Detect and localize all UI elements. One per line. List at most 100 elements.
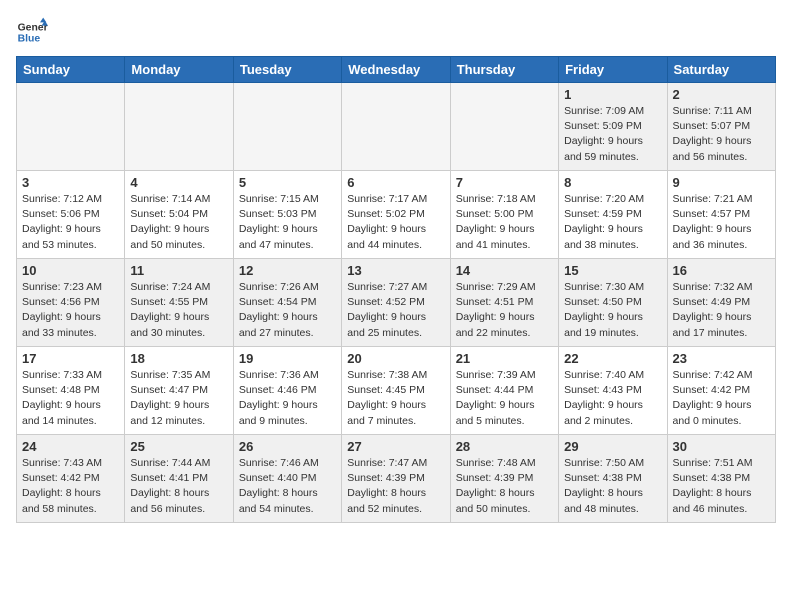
day-info: Sunrise: 7:42 AM Sunset: 4:42 PM Dayligh…	[673, 368, 770, 429]
calendar-day-cell: 23Sunrise: 7:42 AM Sunset: 4:42 PM Dayli…	[667, 347, 775, 435]
calendar-day-cell: 16 Sunrise: 7:32 AM Sunset: 4:49 PM Dayli…	[667, 259, 775, 347]
day-number: 8	[564, 175, 661, 190]
day-info: Sunrise: 7:38 AM Sunset: 4:45 PM Dayligh…	[347, 368, 444, 429]
calendar-day-cell: 24 Sunrise: 7:43 AM Sunset: 4:42 PM Dayli…	[17, 435, 125, 523]
calendar-day-cell: 18 Sunrise: 7:35 AM Sunset: 4:47 PM Dayli…	[125, 347, 233, 435]
day-number: 27	[347, 439, 444, 454]
calendar-day-cell	[125, 83, 233, 171]
day-number: 25	[130, 439, 227, 454]
calendar-day-cell: 3Sunrise: 7:12 AM Sunset: 5:06 PM Daylig…	[17, 171, 125, 259]
day-number: 15	[564, 263, 661, 278]
day-number: 4	[130, 175, 227, 190]
calendar-day-cell: 17 Sunrise: 7:33 AM Sunset: 4:48 PM Dayli…	[17, 347, 125, 435]
day-number: 12	[239, 263, 336, 278]
day-number: 20	[347, 351, 444, 366]
day-info: Sunrise: 7:14 AM Sunset: 5:04 PM Dayligh…	[130, 192, 227, 253]
day-info: Sunrise: 7:12 AM Sunset: 5:06 PM Dayligh…	[22, 192, 119, 253]
logo: General Blue	[16, 16, 48, 48]
day-number: 22	[564, 351, 661, 366]
day-number: 11	[130, 263, 227, 278]
calendar-week-row: 24 Sunrise: 7:43 AM Sunset: 4:42 PM Dayli…	[17, 435, 776, 523]
day-info: Sunrise: 7:51 AM Sunset: 4:38 PM Dayligh…	[673, 456, 770, 517]
day-number: 13	[347, 263, 444, 278]
day-info: Sunrise: 7:32 AM Sunset: 4:49 PM Dayligh…	[673, 280, 770, 341]
calendar-day-cell: 27 Sunrise: 7:47 AM Sunset: 4:39 PM Dayli…	[342, 435, 450, 523]
day-info: Sunrise: 7:50 AM Sunset: 4:38 PM Dayligh…	[564, 456, 661, 517]
calendar-week-row: 17 Sunrise: 7:33 AM Sunset: 4:48 PM Dayli…	[17, 347, 776, 435]
day-info: Sunrise: 7:43 AM Sunset: 4:42 PM Dayligh…	[22, 456, 119, 517]
calendar-day-cell: 10 Sunrise: 7:23 AM Sunset: 4:56 PM Dayli…	[17, 259, 125, 347]
day-number: 30	[673, 439, 770, 454]
day-info: Sunrise: 7:27 AM Sunset: 4:52 PM Dayligh…	[347, 280, 444, 341]
day-number: 6	[347, 175, 444, 190]
day-number: 26	[239, 439, 336, 454]
calendar-day-cell: 12 Sunrise: 7:26 AM Sunset: 4:54 PM Dayli…	[233, 259, 341, 347]
calendar-day-cell: 26 Sunrise: 7:46 AM Sunset: 4:40 PM Dayli…	[233, 435, 341, 523]
calendar-day-cell: 19Sunrise: 7:36 AM Sunset: 4:46 PM Dayli…	[233, 347, 341, 435]
day-header: Tuesday	[233, 57, 341, 83]
day-header: Saturday	[667, 57, 775, 83]
calendar-day-cell	[233, 83, 341, 171]
day-number: 5	[239, 175, 336, 190]
day-number: 19	[239, 351, 336, 366]
calendar-day-cell: 28 Sunrise: 7:48 AM Sunset: 4:39 PM Dayli…	[450, 435, 558, 523]
day-info: Sunrise: 7:44 AM Sunset: 4:41 PM Dayligh…	[130, 456, 227, 517]
calendar-table: SundayMondayTuesdayWednesdayThursdayFrid…	[16, 56, 776, 523]
calendar-day-cell	[450, 83, 558, 171]
day-number: 2	[673, 87, 770, 102]
day-info: Sunrise: 7:15 AM Sunset: 5:03 PM Dayligh…	[239, 192, 336, 253]
svg-text:Blue: Blue	[18, 34, 41, 45]
calendar-day-cell: 11 Sunrise: 7:24 AM Sunset: 4:55 PM Dayli…	[125, 259, 233, 347]
day-number: 7	[456, 175, 553, 190]
calendar-week-row: 1Sunrise: 7:09 AM Sunset: 5:09 PM Daylig…	[17, 83, 776, 171]
calendar-day-cell: 4 Sunrise: 7:14 AM Sunset: 5:04 PM Daylig…	[125, 171, 233, 259]
day-info: Sunrise: 7:39 AM Sunset: 4:44 PM Dayligh…	[456, 368, 553, 429]
day-info: Sunrise: 7:21 AM Sunset: 4:57 PM Dayligh…	[673, 192, 770, 253]
calendar-day-cell: 29Sunrise: 7:50 AM Sunset: 4:38 PM Dayli…	[559, 435, 667, 523]
day-info: Sunrise: 7:33 AM Sunset: 4:48 PM Dayligh…	[22, 368, 119, 429]
day-info: Sunrise: 7:35 AM Sunset: 4:47 PM Dayligh…	[130, 368, 227, 429]
calendar-day-cell: 7 Sunrise: 7:18 AM Sunset: 5:00 PM Daylig…	[450, 171, 558, 259]
calendar-day-cell: 13 Sunrise: 7:27 AM Sunset: 4:52 PM Dayli…	[342, 259, 450, 347]
day-number: 9	[673, 175, 770, 190]
calendar-week-row: 10 Sunrise: 7:23 AM Sunset: 4:56 PM Dayli…	[17, 259, 776, 347]
day-info: Sunrise: 7:26 AM Sunset: 4:54 PM Dayligh…	[239, 280, 336, 341]
calendar-day-cell: 15 Sunrise: 7:30 AM Sunset: 4:50 PM Dayli…	[559, 259, 667, 347]
calendar-day-cell: 2 Sunrise: 7:11 AM Sunset: 5:07 PM Daylig…	[667, 83, 775, 171]
day-number: 16	[673, 263, 770, 278]
calendar-day-cell: 25 Sunrise: 7:44 AM Sunset: 4:41 PM Dayli…	[125, 435, 233, 523]
day-info: Sunrise: 7:09 AM Sunset: 5:09 PM Dayligh…	[564, 104, 661, 165]
calendar-day-cell: 21 Sunrise: 7:39 AM Sunset: 4:44 PM Dayli…	[450, 347, 558, 435]
day-number: 18	[130, 351, 227, 366]
page-header: General Blue	[16, 16, 776, 48]
day-info: Sunrise: 7:30 AM Sunset: 4:50 PM Dayligh…	[564, 280, 661, 341]
day-number: 28	[456, 439, 553, 454]
calendar-week-row: 3Sunrise: 7:12 AM Sunset: 5:06 PM Daylig…	[17, 171, 776, 259]
day-info: Sunrise: 7:47 AM Sunset: 4:39 PM Dayligh…	[347, 456, 444, 517]
calendar-day-cell: 9 Sunrise: 7:21 AM Sunset: 4:57 PM Daylig…	[667, 171, 775, 259]
day-info: Sunrise: 7:23 AM Sunset: 4:56 PM Dayligh…	[22, 280, 119, 341]
day-number: 21	[456, 351, 553, 366]
day-info: Sunrise: 7:29 AM Sunset: 4:51 PM Dayligh…	[456, 280, 553, 341]
day-number: 24	[22, 439, 119, 454]
calendar-day-cell: 30 Sunrise: 7:51 AM Sunset: 4:38 PM Dayli…	[667, 435, 775, 523]
calendar-day-cell	[17, 83, 125, 171]
logo-icon: General Blue	[16, 16, 48, 48]
day-header: Thursday	[450, 57, 558, 83]
day-info: Sunrise: 7:46 AM Sunset: 4:40 PM Dayligh…	[239, 456, 336, 517]
day-info: Sunrise: 7:17 AM Sunset: 5:02 PM Dayligh…	[347, 192, 444, 253]
calendar-day-cell: 22 Sunrise: 7:40 AM Sunset: 4:43 PM Dayli…	[559, 347, 667, 435]
day-header: Sunday	[17, 57, 125, 83]
day-number: 17	[22, 351, 119, 366]
day-info: Sunrise: 7:18 AM Sunset: 5:00 PM Dayligh…	[456, 192, 553, 253]
day-info: Sunrise: 7:48 AM Sunset: 4:39 PM Dayligh…	[456, 456, 553, 517]
day-info: Sunrise: 7:40 AM Sunset: 4:43 PM Dayligh…	[564, 368, 661, 429]
calendar-day-cell: 14 Sunrise: 7:29 AM Sunset: 4:51 PM Dayli…	[450, 259, 558, 347]
day-info: Sunrise: 7:11 AM Sunset: 5:07 PM Dayligh…	[673, 104, 770, 165]
day-number: 14	[456, 263, 553, 278]
calendar-header-row: SundayMondayTuesdayWednesdayThursdayFrid…	[17, 57, 776, 83]
day-number: 10	[22, 263, 119, 278]
calendar-day-cell: 6 Sunrise: 7:17 AM Sunset: 5:02 PM Daylig…	[342, 171, 450, 259]
calendar-day-cell: 8Sunrise: 7:20 AM Sunset: 4:59 PM Daylig…	[559, 171, 667, 259]
day-info: Sunrise: 7:24 AM Sunset: 4:55 PM Dayligh…	[130, 280, 227, 341]
